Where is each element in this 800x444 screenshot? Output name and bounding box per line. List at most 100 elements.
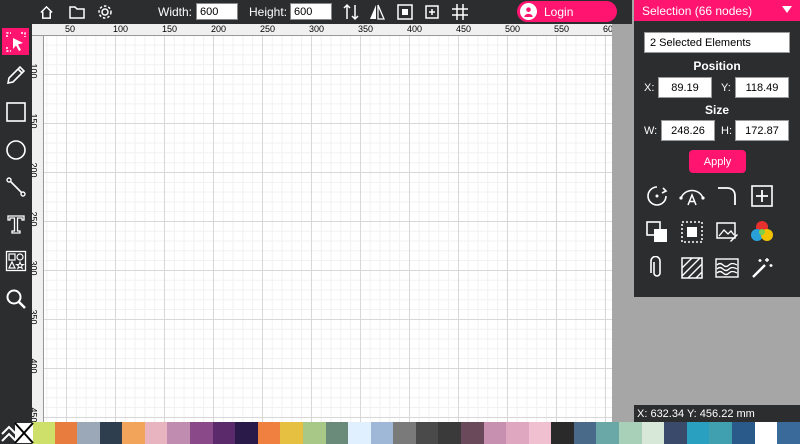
- color-swatch[interactable]: [280, 422, 303, 444]
- color-swatch[interactable]: [32, 422, 55, 444]
- group-icon[interactable]: [644, 219, 670, 245]
- no-color-icon: [14, 422, 34, 444]
- home-icon[interactable]: [37, 3, 55, 21]
- color-swatch[interactable]: [348, 422, 371, 444]
- color-swatch[interactable]: [619, 422, 642, 444]
- coordinate-readout: X: 632.34 Y: 456.22 mm: [634, 405, 800, 423]
- grid-icon[interactable]: [451, 3, 469, 21]
- h-input[interactable]: 172.87: [735, 120, 789, 141]
- color-swatch[interactable]: [664, 422, 687, 444]
- y-label: Y:: [721, 82, 731, 94]
- height-input[interactable]: [290, 3, 332, 20]
- select-tool[interactable]: [2, 28, 29, 55]
- vertical-ruler: 100 150 200 250 300 350 400 450: [32, 36, 44, 422]
- circle-icon: [5, 139, 26, 160]
- corner-radius-icon[interactable]: [714, 183, 740, 209]
- text-path-icon[interactable]: [679, 183, 705, 209]
- color-swatch[interactable]: [596, 422, 620, 444]
- rotate-icon[interactable]: [644, 183, 670, 209]
- left-toolbar: [0, 24, 32, 422]
- color-swatch[interactable]: [122, 422, 145, 444]
- ungroup-icon[interactable]: [679, 219, 705, 245]
- login-button[interactable]: Login: [517, 1, 617, 22]
- drawing-canvas[interactable]: [44, 36, 612, 422]
- selection-field[interactable]: 2 Selected Elements: [644, 32, 790, 53]
- color-swatch[interactable]: [483, 422, 507, 444]
- height-label: Height:: [249, 5, 288, 19]
- mirror-icon[interactable]: [368, 3, 386, 21]
- text-tool[interactable]: [2, 210, 29, 237]
- color-swatch[interactable]: [257, 422, 281, 444]
- color-swatch[interactable]: [641, 422, 665, 444]
- wave-pattern-icon[interactable]: [714, 255, 740, 281]
- ruler-tick: 350: [358, 24, 374, 34]
- apply-button[interactable]: Apply: [689, 150, 746, 173]
- stroke-fill-toggle[interactable]: [0, 422, 34, 444]
- width-input[interactable]: [196, 3, 238, 20]
- horizontal-ruler: 50 100 150 200 250 300 350 400 450 500 5…: [32, 24, 632, 36]
- color-swatch[interactable]: [167, 422, 191, 444]
- text-icon: [6, 214, 25, 234]
- top-toolbar: Width: Height: Login: [0, 0, 632, 24]
- hatch-fill-icon[interactable]: [679, 255, 705, 281]
- ruler-tick: 550: [554, 24, 570, 34]
- color-palette: [0, 422, 800, 444]
- color-swatch[interactable]: [302, 422, 326, 444]
- gear-icon[interactable]: [96, 3, 114, 21]
- ruler-tick: 150: [162, 24, 178, 34]
- ruler-tick: 100: [32, 63, 39, 79]
- ruler-tick: 450: [32, 407, 39, 422]
- color-swatch[interactable]: [99, 422, 123, 444]
- y-input[interactable]: 118.49: [735, 77, 789, 98]
- resize-icon[interactable]: [423, 3, 441, 21]
- color-swatch[interactable]: [528, 422, 552, 444]
- color-swatch[interactable]: [551, 422, 574, 444]
- caret-down-icon: [782, 6, 792, 13]
- ruler-tick: 150: [32, 113, 39, 129]
- shapes-tool[interactable]: [2, 247, 29, 274]
- color-swatch[interactable]: [212, 422, 236, 444]
- color-swatch[interactable]: [686, 422, 710, 444]
- size-title: Size: [704, 103, 729, 117]
- pencil-tool[interactable]: [2, 61, 29, 88]
- zoom-tool[interactable]: [2, 285, 29, 312]
- ruler-tick: 100: [113, 24, 129, 34]
- color-swatch[interactable]: [573, 422, 597, 444]
- ruler-tick: 400: [32, 358, 39, 374]
- ruler-tick: 200: [211, 24, 227, 34]
- color-swatch[interactable]: [144, 422, 168, 444]
- color-swatch[interactable]: [325, 422, 349, 444]
- w-label: W:: [644, 125, 658, 137]
- swap-dimensions-icon[interactable]: [342, 3, 360, 21]
- color-swatch[interactable]: [393, 422, 416, 444]
- color-swatch[interactable]: [709, 422, 732, 444]
- ruler-tick: 250: [32, 211, 39, 227]
- line-tool[interactable]: [2, 173, 29, 200]
- color-swatch[interactable]: [460, 422, 484, 444]
- color-swatch[interactable]: [506, 422, 529, 444]
- x-input[interactable]: 89.19: [658, 77, 712, 98]
- login-label: Login: [544, 4, 574, 19]
- color-swatch[interactable]: [777, 422, 800, 444]
- paperclip-icon[interactable]: [644, 255, 670, 281]
- color-swatch[interactable]: [190, 422, 213, 444]
- folder-icon[interactable]: [68, 3, 86, 21]
- fit-page-icon[interactable]: [396, 3, 414, 21]
- ellipse-tool[interactable]: [2, 136, 29, 163]
- color-swatch[interactable]: [415, 422, 439, 444]
- magic-wand-icon[interactable]: [749, 255, 775, 281]
- select-arrow-icon: [5, 31, 26, 52]
- color-swatch[interactable]: [438, 422, 461, 444]
- panel-header[interactable]: Selection (66 nodes): [634, 0, 800, 21]
- color-swatch[interactable]: [731, 422, 755, 444]
- add-box-icon[interactable]: [749, 183, 775, 209]
- rectangle-tool[interactable]: [2, 98, 29, 125]
- w-input[interactable]: 248.26: [661, 120, 715, 141]
- color-swatch[interactable]: [54, 422, 78, 444]
- color-swatch[interactable]: [754, 422, 778, 444]
- color-palette-icon[interactable]: [749, 219, 775, 245]
- color-swatch[interactable]: [77, 422, 100, 444]
- color-swatch[interactable]: [370, 422, 394, 444]
- image-edit-icon[interactable]: [714, 219, 740, 245]
- color-swatch[interactable]: [235, 422, 258, 444]
